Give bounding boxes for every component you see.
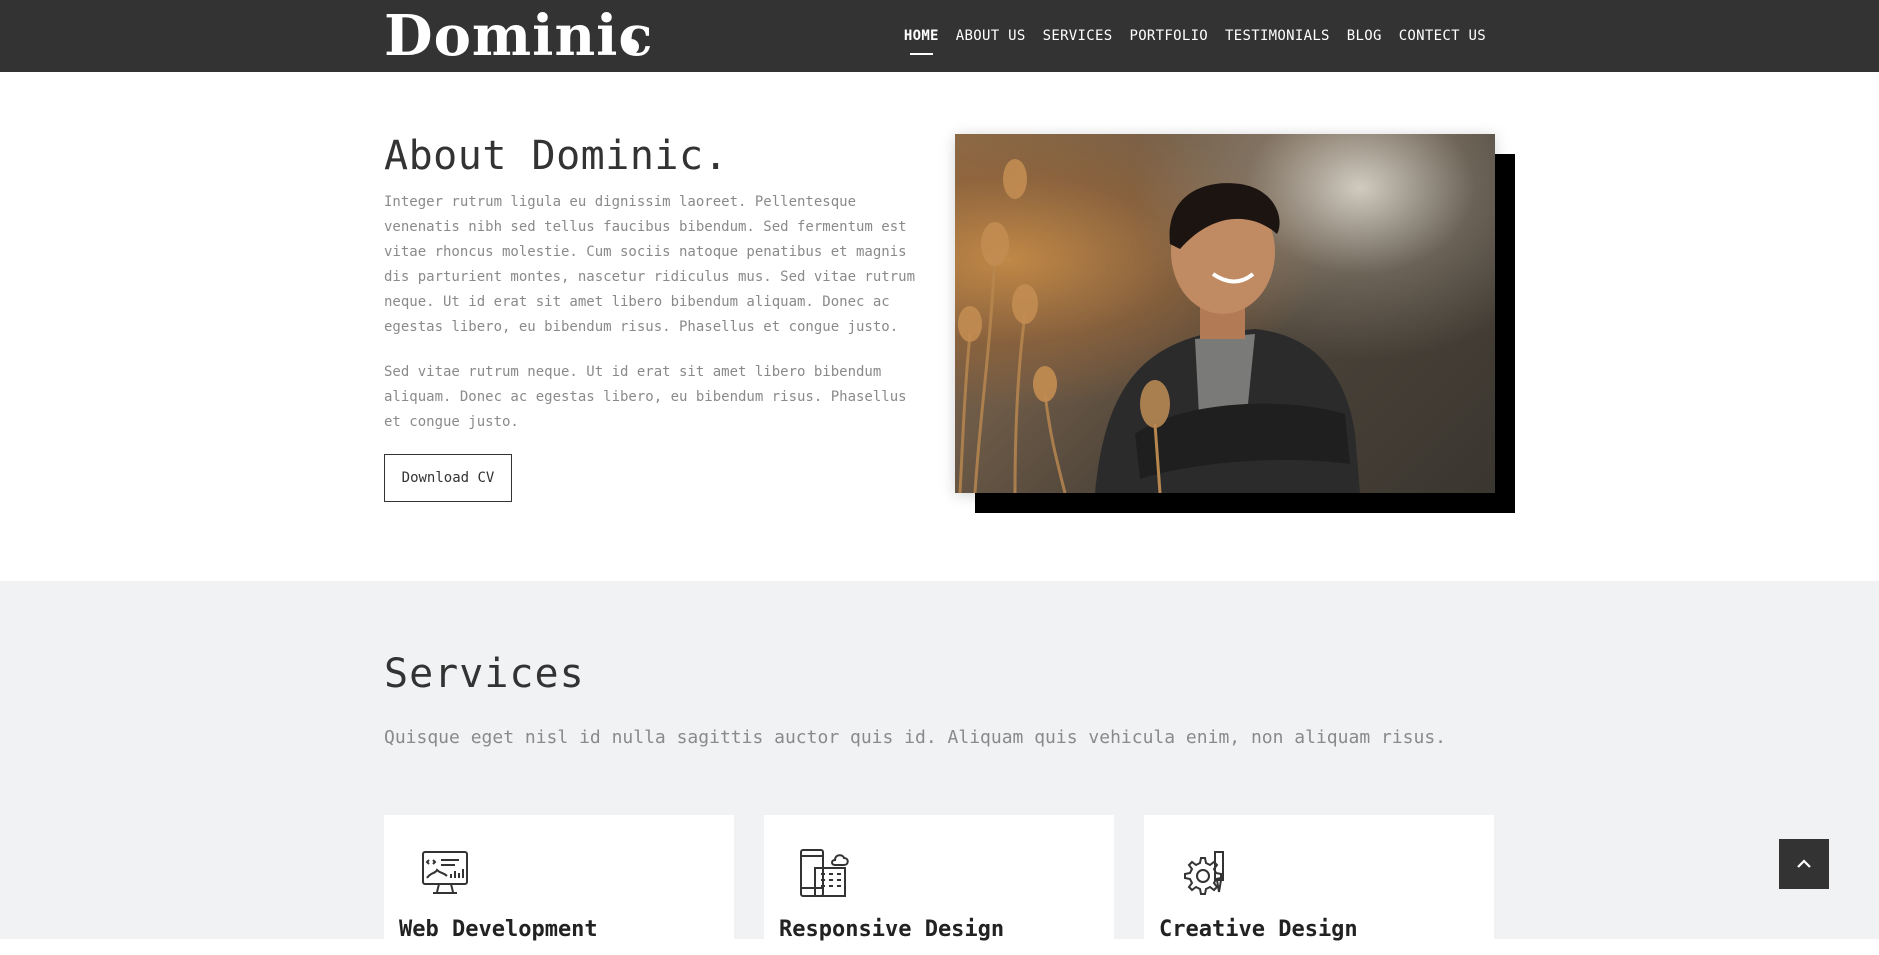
site-header: Dominic HOME ABOUT US SERVICES PORTFOLIO…: [0, 0, 1879, 72]
site-logo[interactable]: Dominic: [384, 4, 654, 68]
nav-testimonials[interactable]: TESTIMONIALS: [1225, 26, 1330, 46]
main-nav: HOME ABOUT US SERVICES PORTFOLIO TESTIMO…: [904, 26, 1486, 55]
services-title: Services: [384, 651, 585, 697]
nav-portfolio[interactable]: PORTFOLIO: [1129, 26, 1208, 46]
nav-blog[interactable]: BLOG: [1347, 26, 1382, 46]
nav-contact-us[interactable]: CONTECT US: [1399, 26, 1486, 46]
back-to-top-button[interactable]: [1779, 839, 1829, 889]
about-title: About Dominic.: [384, 133, 729, 179]
monitor-code-icon: [422, 851, 468, 894]
chevron-up-icon: [1797, 859, 1811, 868]
download-cv-button[interactable]: Download CV: [384, 454, 512, 502]
devices-building-icon: [800, 849, 849, 897]
profile-photo: [955, 134, 1495, 493]
service-card-web-development[interactable]: Web Development: [384, 815, 734, 955]
nav-about-us[interactable]: ABOUT US: [956, 26, 1026, 46]
about-paragraph-2: Sed vitae rutrum neque. Ut id erat sit a…: [384, 364, 907, 430]
about-paragraph-1: Integer rutrum ligula eu dignissim laore…: [384, 194, 916, 335]
service-card-title: Responsive Design: [779, 917, 1005, 942]
nav-services[interactable]: SERVICES: [1043, 26, 1113, 46]
service-card-title: Web Development: [399, 917, 598, 942]
profile-photo-illustration: [958, 159, 1360, 493]
service-card-responsive-design[interactable]: Responsive Design: [764, 815, 1114, 955]
nav-home[interactable]: HOME: [904, 26, 939, 55]
logo-dot: [624, 39, 639, 54]
services-subtitle: Quisque eget nisl id nulla sagittis auct…: [384, 727, 1447, 748]
service-card-creative-design[interactable]: Creative Design: [1144, 815, 1494, 955]
gear-tools-icon: [1184, 851, 1224, 895]
service-card-title: Creative Design: [1159, 917, 1358, 942]
